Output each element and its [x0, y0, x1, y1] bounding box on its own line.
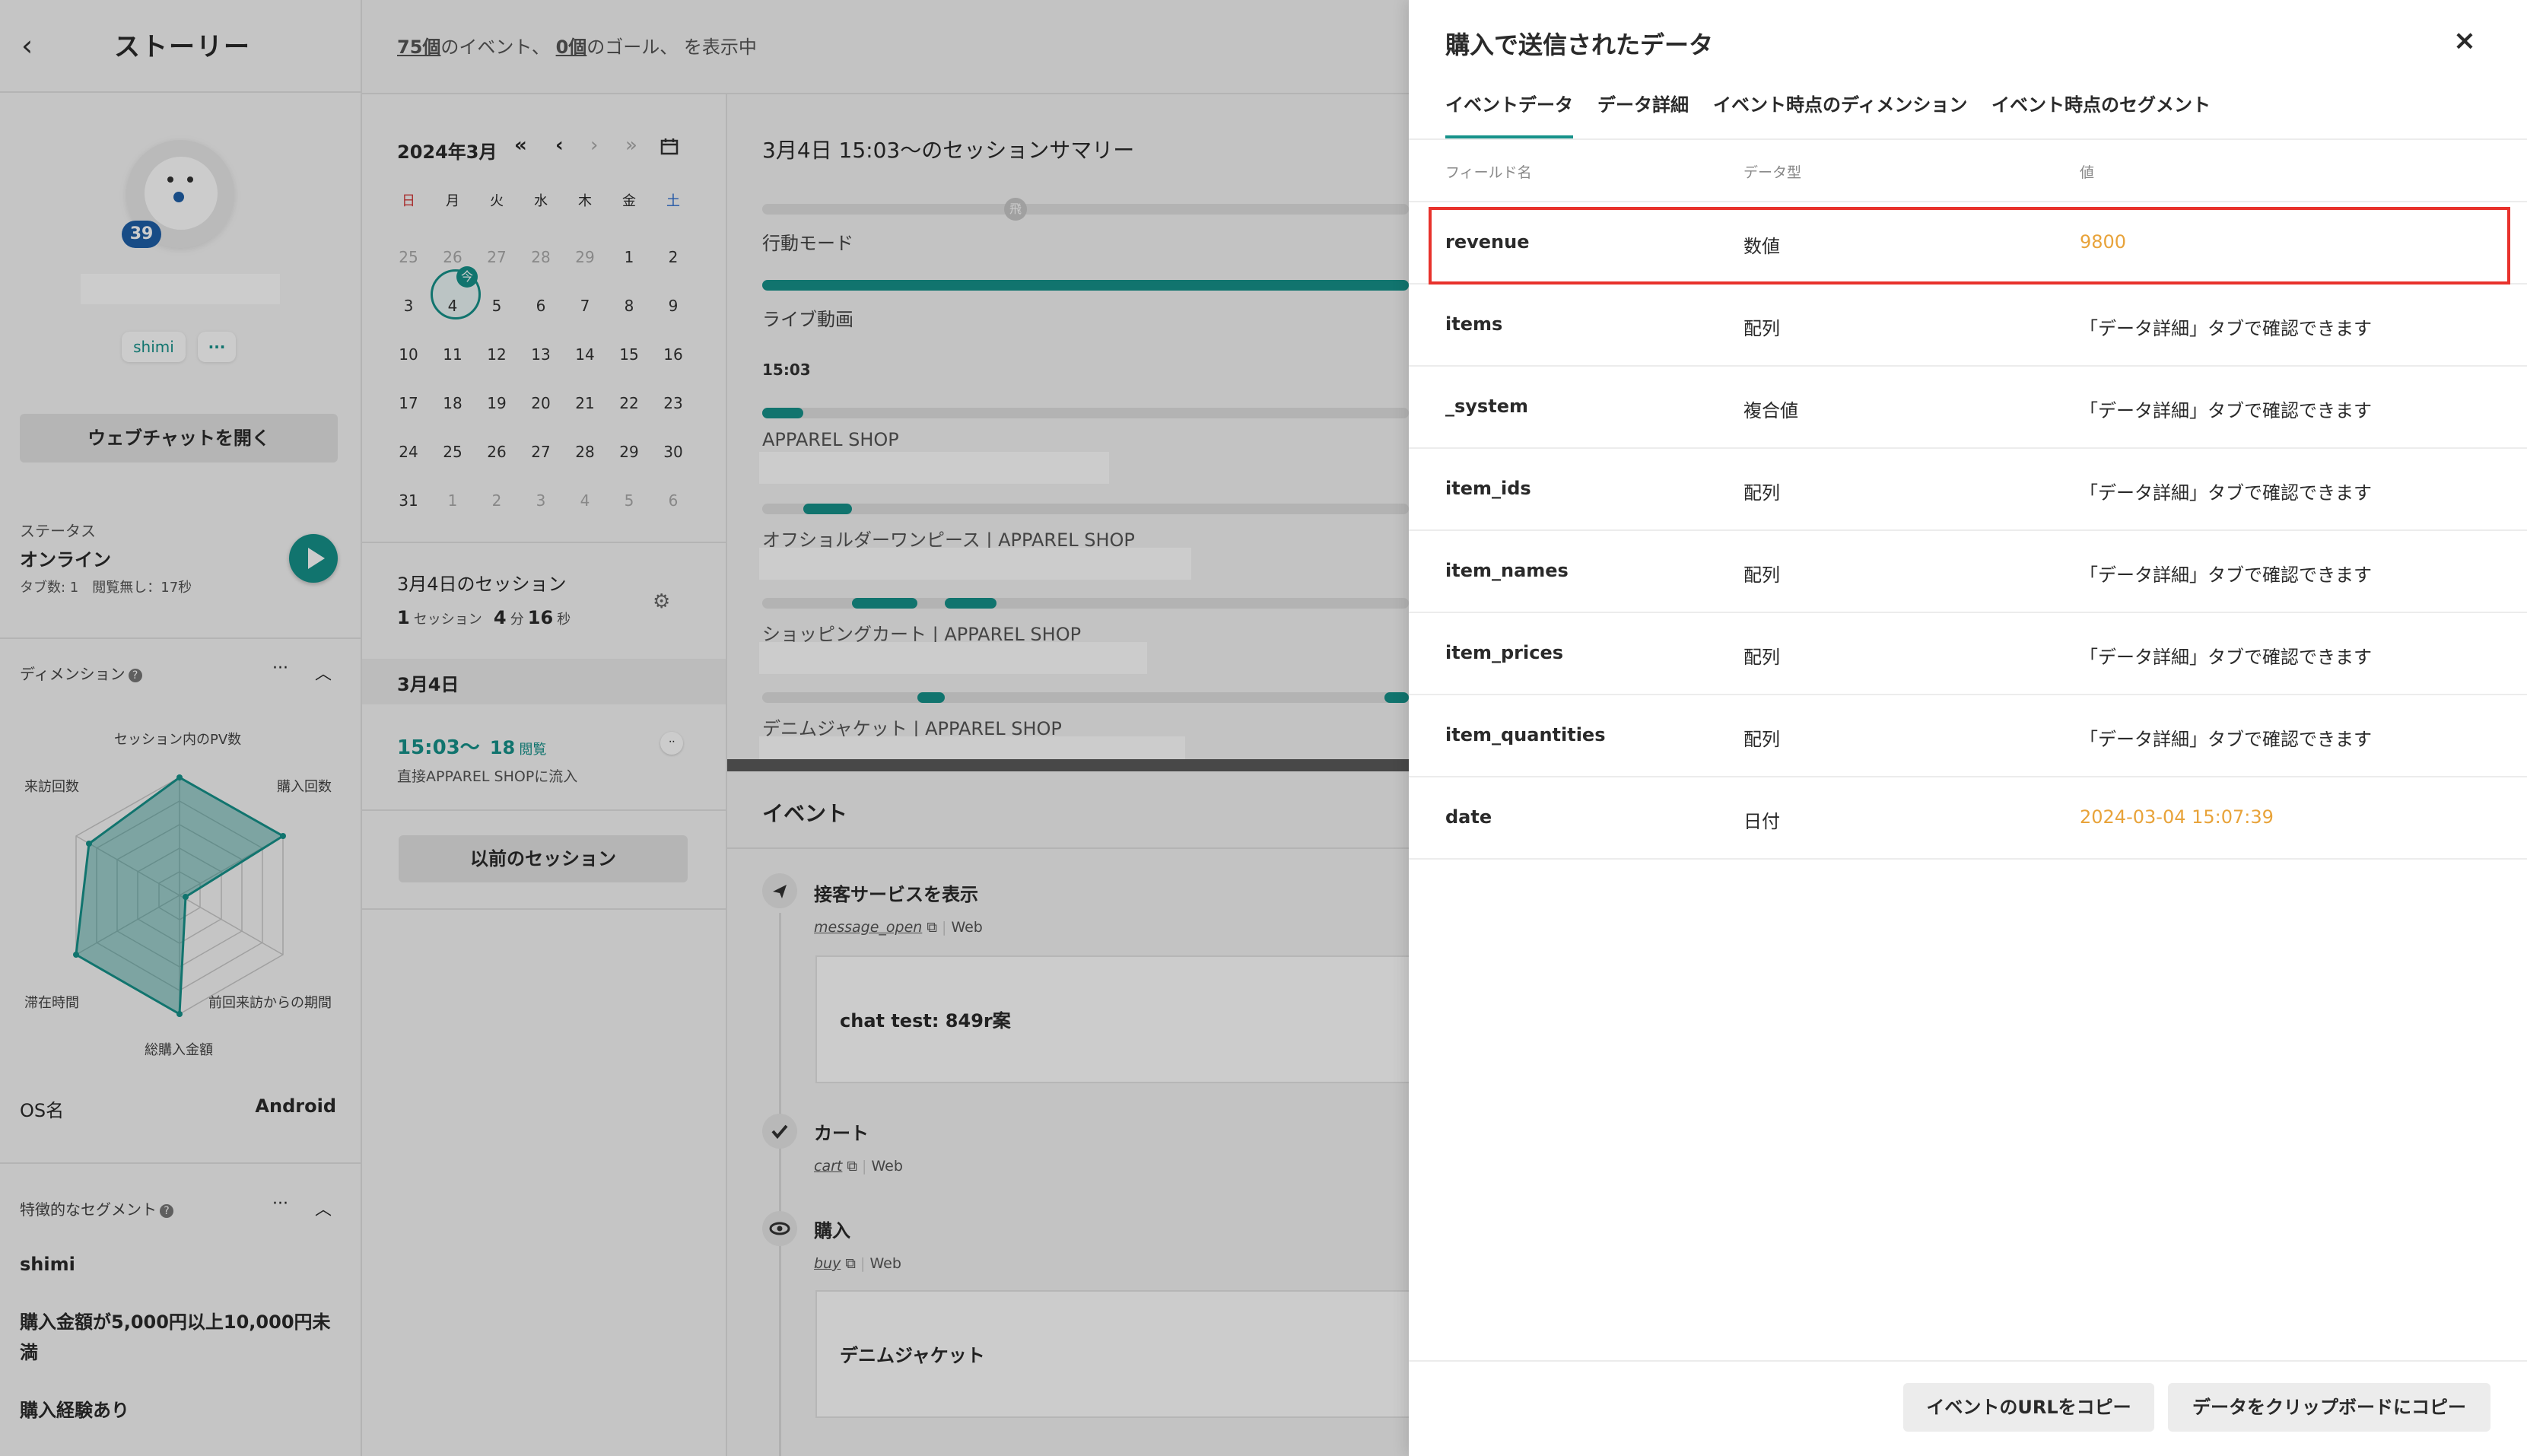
- field-name: item_quantities: [1445, 724, 1606, 745]
- field-type: 配列: [1743, 729, 1780, 750]
- tab-data-detail[interactable]: データ詳細: [1597, 90, 1689, 116]
- field-value: 「データ詳細」タブで確認できます: [2080, 400, 2372, 421]
- tab-segments-at-event[interactable]: イベント時点のセグメント: [1991, 90, 2211, 116]
- table-row: item_ids 配列 「データ詳細」タブで確認できます: [1409, 449, 2527, 531]
- data-table: revenue 数値 9800 items 配列 「データ詳細」タブで確認できます _sys…: [1409, 202, 2527, 860]
- field-type: 日付: [1743, 811, 1780, 832]
- table-row: item_quantities 配列 「データ詳細」タブで確認できます: [1409, 695, 2527, 777]
- table-row: item_names 配列 「データ詳細」タブで確認できます: [1409, 531, 2527, 613]
- field-value: 「データ詳細」タブで確認できます: [2080, 318, 2372, 339]
- column-header-type: データ型: [1743, 164, 1802, 181]
- field-name: item_prices: [1445, 642, 1564, 663]
- field-value: 「データ詳細」タブで確認できます: [2080, 729, 2372, 750]
- divider: [1409, 1360, 2527, 1362]
- copy-data-button[interactable]: データをクリップボードにコピー: [2168, 1383, 2490, 1432]
- close-icon[interactable]: ×: [2449, 26, 2480, 56]
- highlight-box: [1429, 207, 2510, 285]
- field-name: items: [1445, 313, 1503, 335]
- field-name: item_names: [1445, 560, 1569, 581]
- event-data-panel: 購入で送信されたデータ × イベントデータ データ詳細 イベント時点のディメンシ…: [1409, 0, 2527, 1456]
- field-value: 「データ詳細」タブで確認できます: [2080, 564, 2372, 586]
- field-type: 配列: [1743, 482, 1780, 504]
- panel-title: 購入で送信されたデータ: [1445, 30, 1714, 59]
- column-header-field: フィールド名: [1445, 164, 1532, 181]
- tab-event-data[interactable]: イベントデータ: [1445, 90, 1573, 116]
- column-header-value: 値: [2080, 164, 2095, 181]
- field-value: 「データ詳細」タブで確認できます: [2080, 482, 2372, 504]
- table-row: date 日付 2024-03-04 15:07:39: [1409, 777, 2527, 860]
- field-type: 配列: [1743, 564, 1780, 586]
- field-name: date: [1445, 806, 1492, 828]
- table-row: item_prices 配列 「データ詳細」タブで確認できます: [1409, 613, 2527, 695]
- table-row: _system 複合値 「データ詳細」タブで確認できます: [1409, 367, 2527, 449]
- field-value: 「データ詳細」タブで確認できます: [2080, 647, 2372, 668]
- tab-dimensions-at-event[interactable]: イベント時点のディメンション: [1713, 90, 1967, 116]
- field-type: 複合値: [1743, 400, 1798, 421]
- table-row: items 配列 「データ詳細」タブで確認できます: [1409, 285, 2527, 367]
- field-type: 配列: [1743, 647, 1780, 668]
- field-value: 2024-03-04 15:07:39: [2080, 806, 2274, 828]
- field-name: item_ids: [1445, 478, 1531, 499]
- copy-event-url-button[interactable]: イベントのURLをコピー: [1903, 1383, 2154, 1432]
- field-type: 配列: [1743, 318, 1780, 339]
- modal-backdrop[interactable]: [0, 0, 1409, 1456]
- divider: [1409, 138, 2527, 140]
- field-name: _system: [1445, 396, 1528, 417]
